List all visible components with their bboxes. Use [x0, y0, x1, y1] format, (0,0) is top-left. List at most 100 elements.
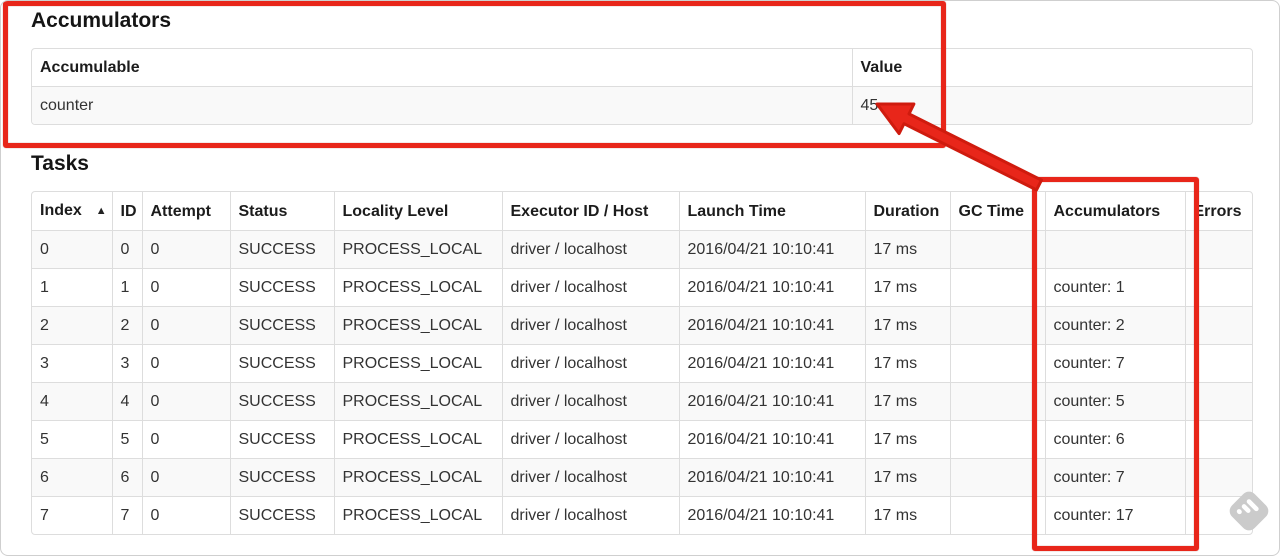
cell: 2016/04/21 10:10:41 — [678, 382, 865, 421]
cell: PROCESS_LOCAL — [333, 230, 502, 269]
cell — [1184, 420, 1252, 459]
cell-accumulable-name: counter — [32, 86, 852, 124]
cell: 17 ms — [864, 496, 950, 534]
cell: PROCESS_LOCAL — [333, 344, 502, 383]
cell — [949, 382, 1045, 421]
table-header-row: Index ▲ ID Attempt Status Locality Level … — [32, 192, 1252, 231]
sort-ascending-icon: ▲ — [95, 205, 107, 217]
cell: 2016/04/21 10:10:41 — [678, 458, 865, 497]
column-header-duration[interactable]: Duration — [864, 192, 950, 231]
table-row: 7 7 0 SUCCESS PROCESS_LOCAL driver / localhos… — [32, 496, 1252, 534]
cell: counter: 7 — [1044, 458, 1185, 497]
cell: 4 — [32, 382, 112, 421]
cell — [1184, 344, 1252, 383]
cell — [949, 420, 1045, 459]
cell: SUCCESS — [229, 344, 334, 383]
cell: 7 — [32, 496, 112, 534]
table-row: 2 2 0 SUCCESS PROCESS_LOCAL driver / localhos… — [32, 306, 1252, 345]
cell — [1184, 382, 1252, 421]
column-header-executor-id-host[interactable]: Executor ID / Host — [501, 192, 679, 231]
column-header-accumulators[interactable]: Accumulators — [1044, 192, 1185, 231]
cell: driver / localhost — [501, 268, 679, 307]
cell: SUCCESS — [229, 306, 334, 345]
cell: driver / localhost — [501, 344, 679, 383]
cell: 0 — [141, 344, 230, 383]
cell: 0 — [141, 230, 230, 269]
column-header-accumulable[interactable]: Accumulable — [32, 49, 852, 87]
column-header-attempt[interactable]: Attempt — [141, 192, 230, 231]
tasks-section-title: Tasks — [31, 152, 89, 175]
cell: SUCCESS — [229, 230, 334, 269]
cell: SUCCESS — [229, 420, 334, 459]
cell: 17 ms — [864, 458, 950, 497]
cell — [949, 496, 1045, 534]
cell — [949, 230, 1045, 269]
column-header-index[interactable]: Index ▲ — [32, 192, 112, 231]
table-row: 1 1 0 SUCCESS PROCESS_LOCAL driver / localhos… — [32, 268, 1252, 307]
column-header-id[interactable]: ID — [111, 192, 142, 231]
cell: SUCCESS — [229, 268, 334, 307]
cell — [1184, 230, 1252, 269]
cell: 2016/04/21 10:10:41 — [678, 230, 865, 269]
cell: 1 — [111, 268, 142, 307]
spark-stage-page: Accumulators Accumulable Value counter 4… — [0, 0, 1280, 556]
table-row: 6 6 0 SUCCESS PROCESS_LOCAL driver / localhos… — [32, 458, 1252, 497]
cell: 6 — [111, 458, 142, 497]
cell: SUCCESS — [229, 458, 334, 497]
cell — [949, 268, 1045, 307]
column-header-index-label: Index — [40, 202, 82, 219]
cell: counter: 2 — [1044, 306, 1185, 345]
table-row: 3 3 0 SUCCESS PROCESS_LOCAL driver / localhos… — [32, 344, 1252, 383]
cell: 0 — [141, 496, 230, 534]
cell: 17 ms — [864, 382, 950, 421]
cell: 1 — [32, 268, 112, 307]
cell: 17 ms — [864, 230, 950, 269]
cell: 2 — [111, 306, 142, 345]
cell: 3 — [32, 344, 112, 383]
cell: 17 ms — [864, 344, 950, 383]
cell: 5 — [111, 420, 142, 459]
cell: SUCCESS — [229, 382, 334, 421]
cell: 0 — [141, 458, 230, 497]
cell: driver / localhost — [501, 230, 679, 269]
column-header-errors[interactable]: Errors — [1184, 192, 1252, 231]
cell: 0 — [141, 420, 230, 459]
cell: 0 — [111, 230, 142, 269]
cell: 2 — [32, 306, 112, 345]
cell: 0 — [141, 268, 230, 307]
column-header-launch-time[interactable]: Launch Time — [678, 192, 865, 231]
cell — [1184, 458, 1252, 497]
cell: 4 — [111, 382, 142, 421]
cell: PROCESS_LOCAL — [333, 458, 502, 497]
cell — [949, 306, 1045, 345]
column-header-status[interactable]: Status — [229, 192, 334, 231]
column-header-gc-time[interactable]: GC Time — [949, 192, 1045, 231]
table-row: 5 5 0 SUCCESS PROCESS_LOCAL driver / localhos… — [32, 420, 1252, 459]
cell: PROCESS_LOCAL — [333, 268, 502, 307]
cell — [1044, 230, 1185, 269]
cell: counter: 17 — [1044, 496, 1185, 534]
table-row: counter 45 — [32, 86, 1252, 124]
cell: 2016/04/21 10:10:41 — [678, 306, 865, 345]
cell: PROCESS_LOCAL — [333, 306, 502, 345]
cell — [949, 344, 1045, 383]
cell: driver / localhost — [501, 458, 679, 497]
cell: 2016/04/21 10:10:41 — [678, 344, 865, 383]
cell: counter: 5 — [1044, 382, 1185, 421]
column-header-value[interactable]: Value — [851, 49, 1252, 87]
cell: driver / localhost — [501, 420, 679, 459]
cell: 17 ms — [864, 306, 950, 345]
cell: 2016/04/21 10:10:41 — [678, 268, 865, 307]
tasks-table: Index ▲ ID Attempt Status Locality Level … — [31, 191, 1253, 535]
accumulators-table: Accumulable Value counter 45 — [31, 48, 1253, 125]
cell: driver / localhost — [501, 382, 679, 421]
accumulators-section-title: Accumulators — [31, 9, 172, 32]
cell: 0 — [141, 382, 230, 421]
cell: SUCCESS — [229, 496, 334, 534]
cell: 7 — [111, 496, 142, 534]
column-header-locality-level[interactable]: Locality Level — [333, 192, 502, 231]
table-row: 0 0 0 SUCCESS PROCESS_LOCAL driver / localhos… — [32, 230, 1252, 269]
cell: 5 — [32, 420, 112, 459]
cell: 17 ms — [864, 268, 950, 307]
cell: 2016/04/21 10:10:41 — [678, 420, 865, 459]
